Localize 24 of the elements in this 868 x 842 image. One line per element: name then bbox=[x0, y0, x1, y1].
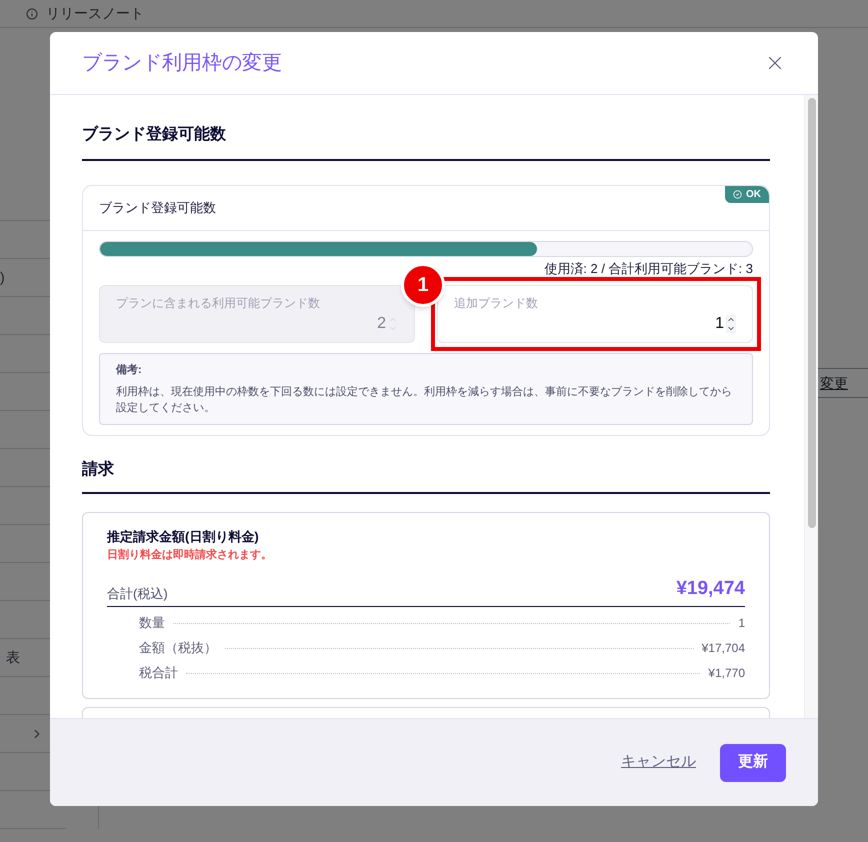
row-text: 表 bbox=[6, 648, 20, 667]
section-heading: ブランド登録可能数 bbox=[82, 123, 770, 161]
line-value: ¥17,704 bbox=[702, 640, 745, 657]
section-heading: 請求 bbox=[82, 458, 770, 494]
line-label: 税合計 bbox=[139, 664, 178, 682]
update-button[interactable]: 更新 bbox=[720, 744, 786, 782]
total-amount: ¥19,474 bbox=[676, 577, 745, 601]
change-link[interactable]: 変更 bbox=[820, 372, 848, 394]
row-text: ) bbox=[0, 268, 5, 287]
number-field[interactable]: 追加ブランド数 1 bbox=[437, 284, 753, 342]
card-title: 推定請求金額(日割り料金) bbox=[107, 528, 260, 546]
total-label: 合計(税込) bbox=[107, 585, 168, 603]
release-notes-link[interactable]: リリースノート bbox=[46, 3, 144, 24]
line-label: 数量 bbox=[139, 614, 165, 632]
note-text: 利用枠は、現在使用中の枠数を下回る数には設定できません。利用枠を減らす場合は、事前に不要なブランドを削除してから設定してください。 bbox=[116, 384, 733, 416]
dialog-title: ブランド利用枠の変更 bbox=[82, 51, 282, 76]
note-title: 備考: bbox=[116, 362, 143, 378]
status-badge: OK bbox=[725, 186, 769, 203]
cancel-link[interactable]: キャンセル bbox=[621, 751, 696, 774]
line-label: 金額（税抜） bbox=[139, 639, 217, 658]
warning-text: 日割り料金は即時請求されます。 bbox=[107, 548, 273, 562]
line-value: 1 bbox=[738, 615, 745, 632]
line-value: ¥1,770 bbox=[708, 665, 745, 682]
usage-text: 使用済: 2 / 合計利用可能ブランド: 3 bbox=[543, 260, 753, 278]
